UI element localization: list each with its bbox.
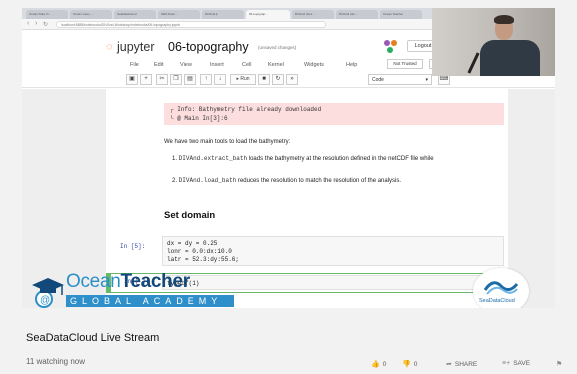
save-button[interactable]: ≡+ SAVE: [502, 360, 530, 367]
copy-icon: ❐: [170, 74, 182, 85]
add-cell-icon: +: [140, 74, 152, 85]
browser-tab: SeaDataCloud: [114, 10, 156, 19]
browser-tab: DIVAnd tuto ...: [336, 10, 378, 19]
url-field: localhost:8888/notebooks/DIVAnd-Workshop…: [56, 21, 326, 28]
code-line: dx = dy = 0.25: [167, 240, 218, 247]
like-button[interactable]: 👍 0: [371, 360, 386, 368]
menu-edit: Edit: [154, 62, 164, 68]
run-button: ▸ Run: [230, 74, 256, 85]
fast-forward-icon: »: [286, 74, 298, 85]
video-player[interactable]: Ocean Data Vi... Ocean view | ... SeaDat…: [22, 8, 555, 308]
menu-insert: Insert: [210, 62, 224, 68]
menu-help: Help: [346, 62, 358, 68]
inline-code: DIVAnd.load_bath: [178, 177, 237, 184]
share-icon: ➦: [446, 361, 452, 368]
code-line: lonr = 0.0:dx:10.0: [167, 248, 232, 255]
reload-icon: ↻: [43, 22, 49, 28]
webcam-overlay: [432, 8, 555, 76]
list-item: 2. DIVAnd.load_bath reduces the resoluti…: [172, 177, 402, 184]
thumbs-up-icon: 👍: [371, 361, 380, 368]
inline-code: DIVAnd.extract_bath: [178, 155, 248, 162]
paste-icon: ▤: [184, 74, 196, 85]
cut-icon: ✂: [156, 74, 168, 85]
restart-icon: ↻: [272, 74, 284, 85]
cell-prompt: In [5]:: [120, 243, 146, 250]
menu-file: File: [130, 62, 139, 68]
browser-tab: DIVAnd docs ...: [292, 10, 334, 19]
browser-tab-active: 06-topograp...: [246, 10, 290, 19]
presenter-body: [480, 40, 540, 76]
logo-subtitle: GLOBAL ACADEMY: [70, 296, 223, 306]
browser-tab: Ocean Teacher: [380, 10, 422, 19]
share-button[interactable]: ➦ SHARE: [446, 360, 477, 368]
save-status: (unsaved changes): [258, 45, 297, 50]
svg-text:@: @: [40, 295, 50, 306]
cell-type-select: Code ▾: [368, 74, 432, 85]
code-cell: dx = dy = 0.25 lonr = 0.0:dx:10.0 latr =…: [162, 236, 504, 266]
viewer-count: 11 watching now: [26, 357, 85, 366]
save-icon: ▣: [126, 74, 138, 85]
jupyter-wordmark: jupyter: [117, 40, 155, 54]
markdown-paragraph: We have two main tools to load the bathy…: [164, 139, 291, 145]
menu-cell: Cell: [242, 62, 252, 68]
notebook-name: 06-topography: [168, 40, 249, 54]
output-line: ┌ Info: Bathymetry file already download…: [170, 106, 322, 113]
ocean-teacher-logo: @ OceanTeacher GLOBAL ACADEMY: [30, 269, 235, 308]
thumbs-down-icon: 👎: [402, 361, 411, 368]
wave-icon: [483, 281, 519, 295]
browser-tab: DIVAnd.jl: [202, 10, 244, 19]
report-button[interactable]: ⚑: [556, 360, 565, 368]
logo-wordmark: OceanTeacher: [66, 271, 190, 292]
back-icon: ‹: [27, 20, 30, 27]
youtube-live-page: Ocean Data Vi... Ocean view | ... SeaDat…: [0, 0, 577, 374]
stop-icon: ■: [258, 74, 270, 85]
dislike-button[interactable]: 👎 0: [402, 360, 417, 368]
move-down-icon: ↓: [214, 74, 226, 85]
list-item: 1. DIVAnd.extract_bath loads the bathyme…: [172, 155, 434, 162]
menu-view: View: [180, 62, 192, 68]
graduation-cap-icon: @: [32, 278, 64, 308]
forward-icon: ›: [35, 20, 38, 27]
menu-widgets: Widgets: [304, 62, 324, 68]
flag-icon: ⚑: [556, 361, 563, 368]
playlist-add-icon: ≡+: [502, 360, 511, 367]
video-title: SeaDataCloud Live Stream: [26, 332, 160, 344]
code-line: latr = 52.3:dy:55.6;: [167, 256, 240, 263]
menu-kernel: Kernel: [268, 62, 284, 68]
kernel-logo-icon: [384, 40, 398, 54]
jupyter-logo-icon: ◌: [106, 41, 113, 53]
chevron-down-icon: ▾: [425, 77, 428, 83]
logo-label: SeaDataCloud: [479, 298, 515, 304]
move-up-icon: ↑: [200, 74, 212, 85]
trusted-indicator: Not Trusted: [387, 59, 423, 69]
browser-tab: Ocean view | ...: [70, 10, 112, 19]
cell-output-warning: ┌ Info: Bathymetry file already download…: [164, 103, 504, 125]
seadatacloud-logo: SeaDataCloud: [473, 268, 529, 308]
browser-tab: SDN.Data ...: [158, 10, 200, 19]
browser-tab: Ocean Data Vi...: [26, 10, 68, 19]
section-heading: Set domain: [164, 210, 216, 221]
output-line: └ @ Main In[3]:6: [170, 115, 228, 122]
